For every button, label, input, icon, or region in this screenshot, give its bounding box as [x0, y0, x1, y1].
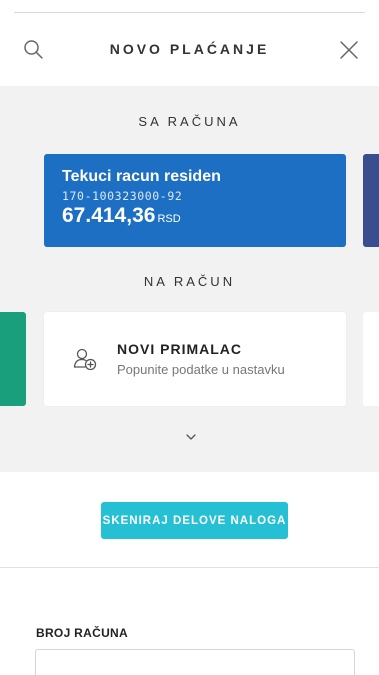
- next-account-card-peek[interactable]: [363, 154, 379, 247]
- page-title: NOVO PLAĆANJE: [109, 41, 270, 57]
- top-divider: [14, 12, 365, 13]
- new-recipient-card[interactable]: NOVI PRIMALAC Popunite podatke u nastavk…: [44, 312, 346, 406]
- balance-amount: 67.414,36: [62, 204, 156, 227]
- recipient-subtitle: Popunite podatke u nastavku: [117, 362, 285, 377]
- account-name: Tekuci racun residen: [62, 168, 221, 185]
- section-divider: [0, 567, 379, 568]
- close-icon[interactable]: [337, 38, 361, 62]
- from-account-label: SA RAČUNA: [138, 114, 241, 129]
- account-number-label: BROJ RAČUNA: [36, 626, 128, 640]
- from-account-card[interactable]: Tekuci racun residen 170-100323000-92 67…: [44, 154, 346, 247]
- next-recipient-card-peek[interactable]: [363, 312, 379, 406]
- header: NOVO PLAĆANJE: [0, 24, 379, 78]
- account-number-field[interactable]: [35, 649, 355, 675]
- to-account-label: NA RAČUN: [143, 274, 236, 289]
- account-number: 170-100323000-92: [62, 189, 183, 203]
- scan-order-button[interactable]: SKENIRAJ DELOVE NALOGA: [101, 502, 288, 539]
- account-balance: 67.414,36 RSD: [62, 204, 328, 228]
- previous-recipient-card-peek[interactable]: [0, 312, 26, 406]
- add-user-icon: [73, 348, 97, 371]
- balance-currency: RSD: [157, 213, 181, 225]
- recipient-title: NOVI PRIMALAC: [117, 341, 242, 357]
- chevron-down-icon[interactable]: [185, 432, 197, 442]
- account-selection-section: SA RAČUNA Tekuci racun residen 170-10032…: [0, 86, 379, 472]
